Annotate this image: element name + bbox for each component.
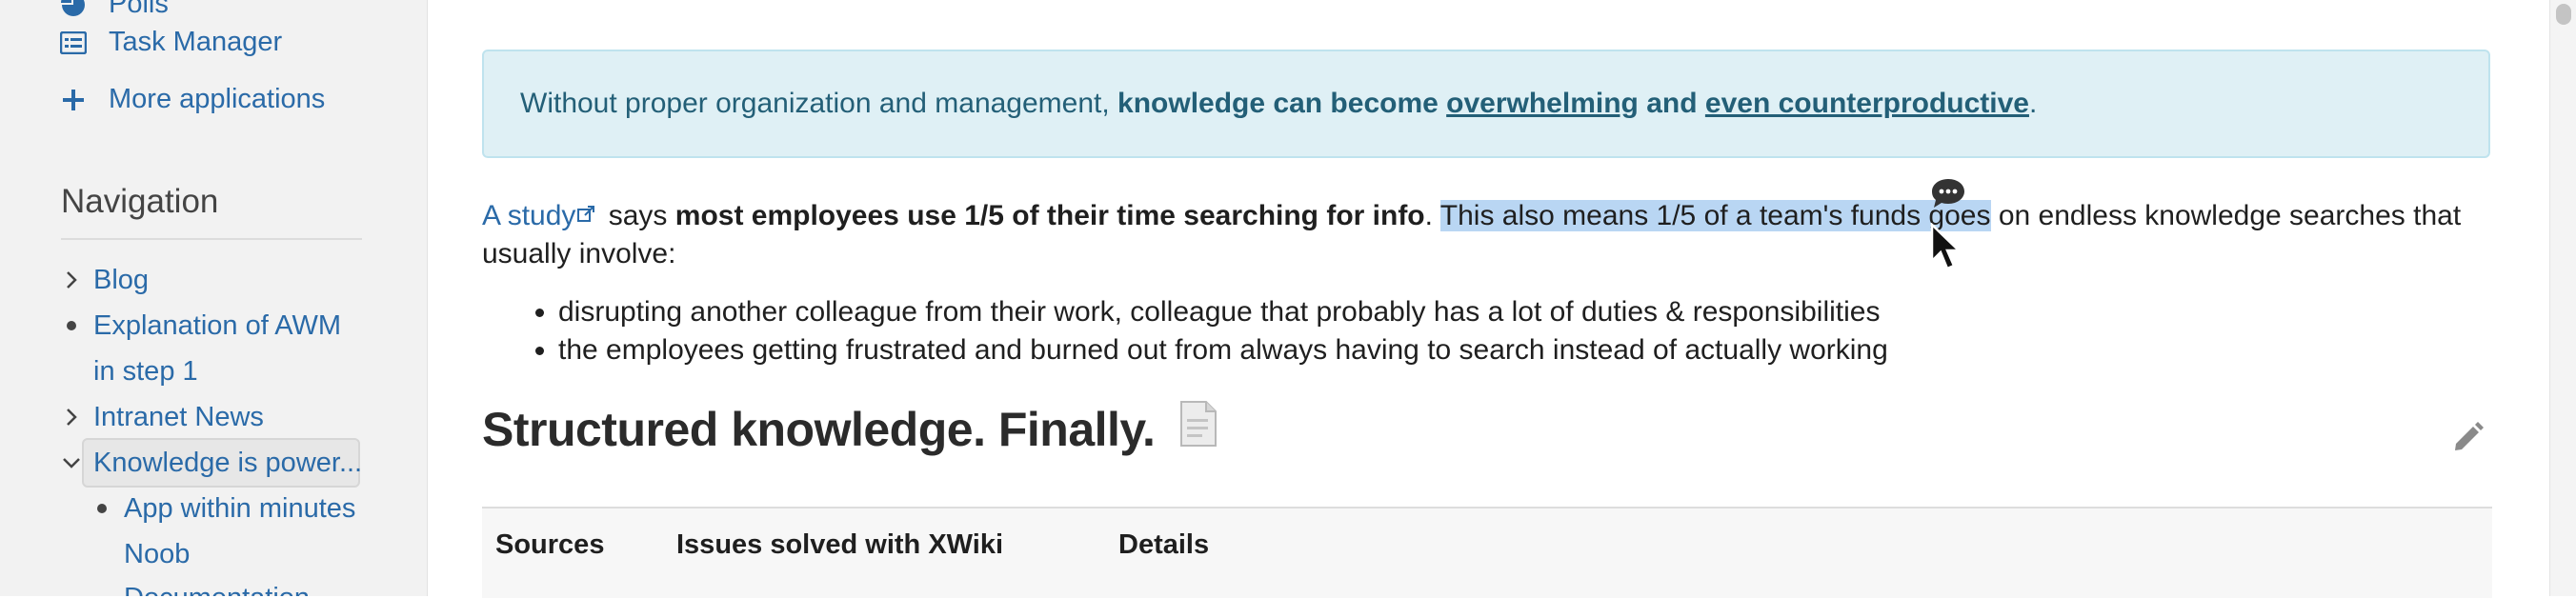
column-header-details[interactable]: Details: [1118, 529, 1209, 561]
more-applications-label: More applications: [109, 84, 326, 114]
para-bold: most employees use 1/5 of their time sea…: [674, 200, 1425, 231]
chevron-right-icon[interactable]: [61, 269, 82, 290]
column-header-issues[interactable]: Issues solved with XWiki: [676, 529, 1003, 561]
study-link[interactable]: A study: [482, 200, 575, 231]
more-applications-link[interactable]: More applications: [59, 84, 325, 115]
nav-item-label: Blog: [93, 265, 150, 295]
list-item: the employees getting frustrated and bur…: [558, 331, 1888, 369]
chevron-right-icon[interactable]: [61, 407, 82, 428]
document-icon: [1177, 400, 1219, 459]
column-header-sources[interactable]: Sources: [495, 529, 604, 561]
callout-link-overwhelming[interactable]: overwhelming: [1446, 88, 1639, 119]
vertical-scrollbar[interactable]: [2549, 0, 2576, 596]
bullet-list: disrupting another colleague from their …: [514, 293, 1888, 369]
list-icon: [59, 29, 88, 57]
app-label: Polls: [109, 0, 169, 19]
callout-bold: knowledge can become: [1117, 88, 1447, 119]
navigation-divider: [61, 238, 362, 240]
app-label: Task Manager: [109, 27, 283, 57]
nav-item-label: Knowledge is power...: [93, 448, 363, 478]
nav-item-label: Explanation of AWM: [93, 310, 342, 341]
study-paragraph: A study says most employees use 1/5 of t…: [482, 197, 2492, 273]
section-heading: Structured knowledge. Finally.: [482, 400, 1219, 459]
nav-item-label: Noob: [124, 539, 191, 569]
navigation-heading: Navigation: [61, 183, 219, 220]
para-says: says: [600, 200, 675, 231]
nav-item-label: Documentation: [124, 575, 310, 596]
callout-text: Without proper organization and manageme…: [520, 88, 1118, 119]
bullet-dot: [61, 315, 82, 336]
sources-table-header: Sources Issues solved with XWiki Details: [482, 507, 2492, 598]
nav-item-label: App within minutes: [124, 493, 356, 524]
callout-and: and: [1638, 88, 1705, 119]
info-callout: Without proper organization and manageme…: [482, 50, 2490, 158]
scrollbar-thumb[interactable]: [2556, 4, 2571, 25]
callout-end: .: [2028, 88, 2038, 119]
callout-link-counterproductive[interactable]: even counterproductive: [1705, 88, 2029, 119]
nav-item-label: Intranet News: [93, 402, 264, 432]
selected-text[interactable]: This also means 1/5 of a team's funds go…: [1439, 200, 1991, 231]
sidebar: Polls Task Manager More applications Nav…: [0, 0, 428, 596]
pie-chart-icon: [59, 0, 88, 19]
para-period: .: [1424, 200, 1440, 231]
section-title-text: Structured knowledge. Finally.: [482, 403, 1156, 456]
bullet-dot: [91, 498, 112, 519]
app-item-polls[interactable]: Polls: [59, 0, 169, 20]
external-link-icon: [575, 200, 600, 231]
nav-item-label-line2: in step 1: [93, 356, 198, 387]
chevron-down-icon[interactable]: [61, 452, 82, 473]
plus-icon: [59, 86, 88, 114]
app-item-task-manager[interactable]: Task Manager: [59, 27, 282, 58]
list-item: disrupting another colleague from their …: [558, 293, 1888, 331]
